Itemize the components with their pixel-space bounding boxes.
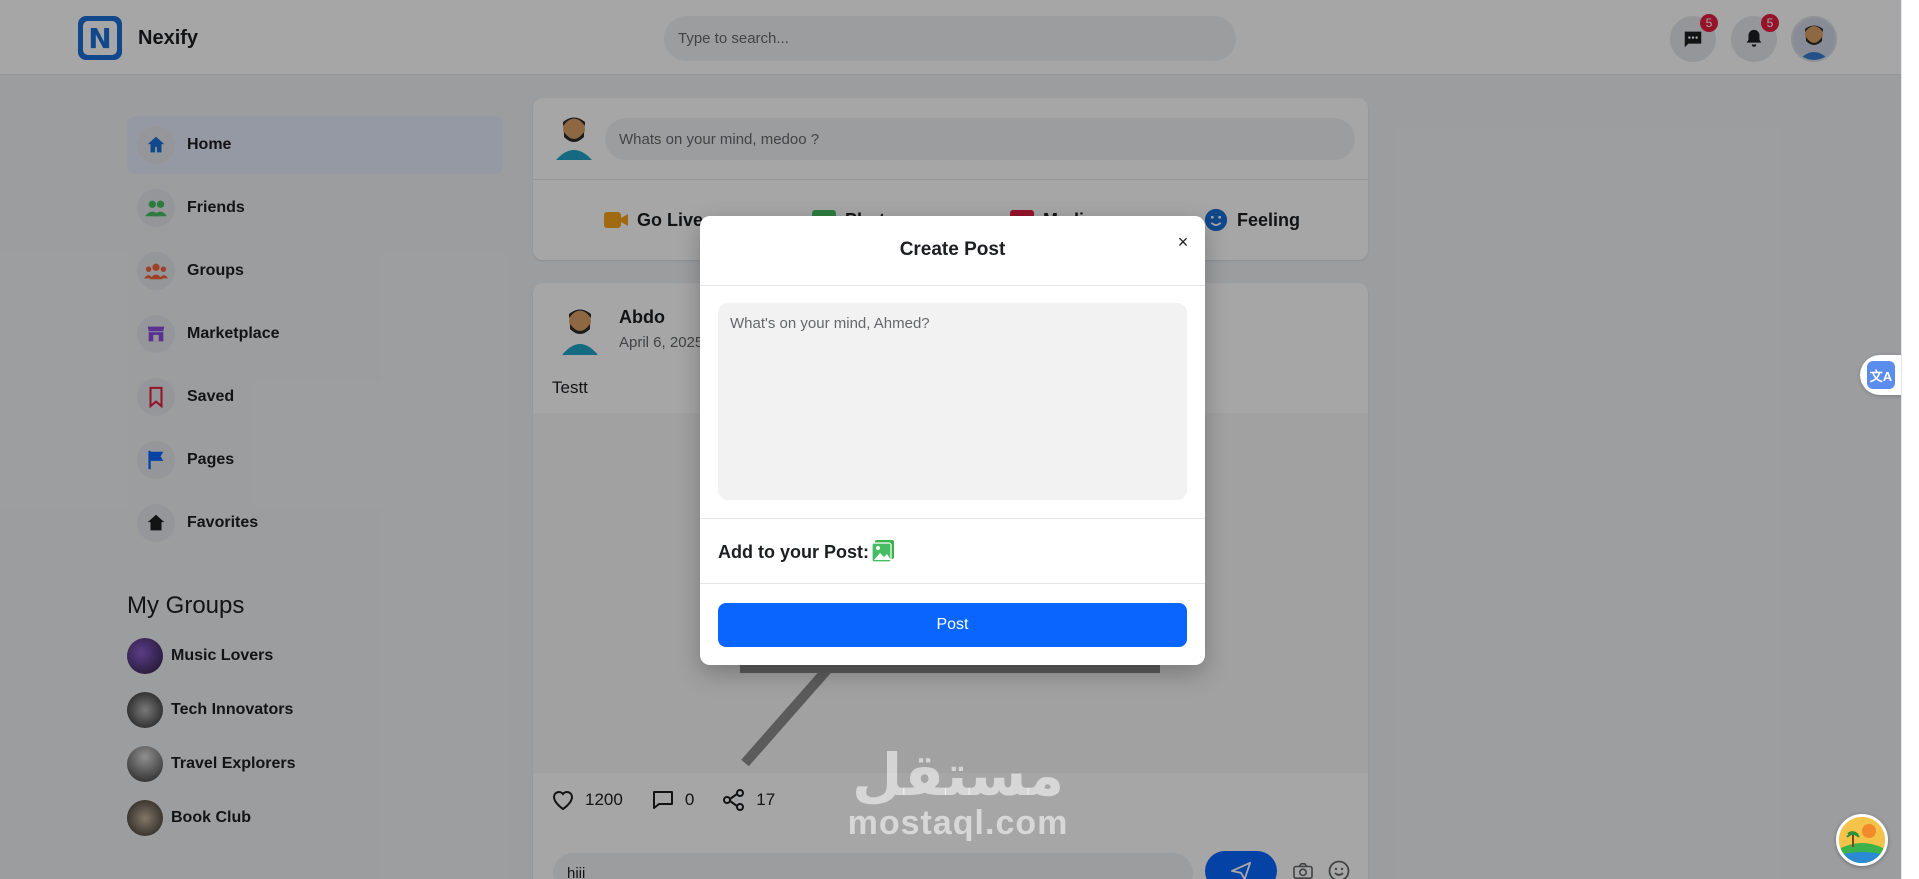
translate-icon: 文A	[1867, 361, 1895, 389]
watermark-arabic: مستقل	[851, 741, 1065, 809]
translate-button[interactable]: 文A	[1860, 355, 1901, 395]
submit-post-button[interactable]: Post	[718, 603, 1187, 647]
close-icon[interactable]: ×	[1172, 231, 1194, 253]
create-post-modal: Create Post × Add to your Post: Post	[700, 216, 1205, 665]
app-window: N Nexify 5 5 Home Friends Groups	[0, 0, 1901, 879]
add-photo-button[interactable]	[871, 539, 895, 563]
watermark-latin: mostaql.com	[847, 804, 1069, 842]
watermark: مستقل mostaql.com	[843, 745, 1073, 841]
modal-title: Create Post	[899, 239, 1006, 260]
post-textarea[interactable]	[718, 303, 1187, 500]
page-scrollbar[interactable]	[1901, 0, 1919, 879]
image-icon	[871, 540, 894, 563]
add-to-post-label: Add to your Post:	[718, 542, 869, 562]
divider	[700, 285, 1205, 286]
divider	[700, 583, 1205, 584]
floating-avatar[interactable]	[1836, 814, 1888, 866]
divider	[700, 518, 1205, 519]
